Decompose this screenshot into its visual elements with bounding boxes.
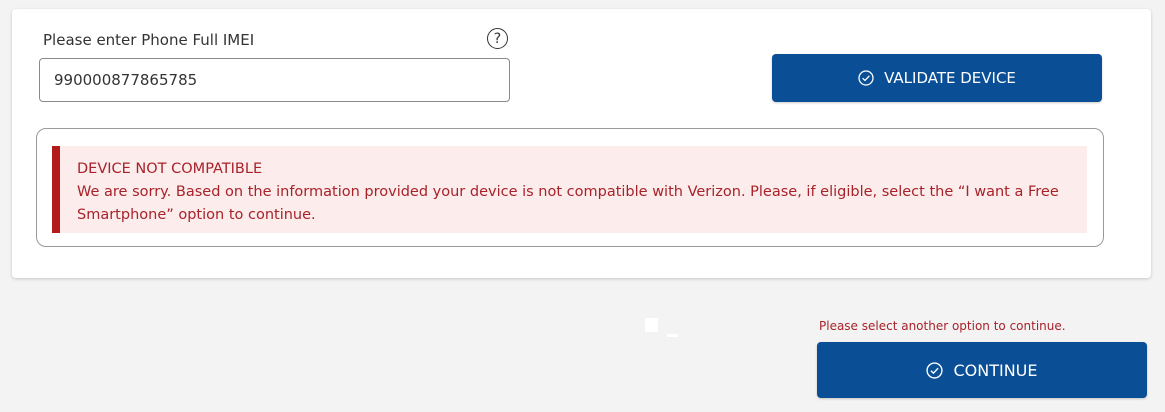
alert-message: We are sorry. Based on the information p… bbox=[77, 184, 1059, 223]
validate-device-button[interactable]: VALIDATE DEVICE bbox=[772, 54, 1102, 102]
imei-label: Please enter Phone Full IMEI bbox=[43, 31, 255, 49]
device-not-compatible-alert: DEVICE NOT COMPATIBLE We are sorry. Base… bbox=[52, 146, 1087, 233]
validate-device-label: VALIDATE DEVICE bbox=[884, 69, 1016, 87]
imei-input[interactable] bbox=[39, 58, 510, 102]
alert-container: DEVICE NOT COMPATIBLE We are sorry. Base… bbox=[36, 128, 1104, 247]
white-artifact bbox=[645, 318, 658, 332]
check-circle-icon bbox=[926, 361, 944, 379]
continue-button[interactable]: CONTINUE bbox=[817, 342, 1147, 398]
page: Please enter Phone Full IMEI ? VALIDATE … bbox=[0, 0, 1165, 412]
continue-hint: Please select another option to continue… bbox=[819, 319, 1066, 333]
question-mark-icon[interactable]: ? bbox=[487, 28, 508, 49]
imei-card: Please enter Phone Full IMEI ? VALIDATE … bbox=[12, 9, 1151, 278]
alert-title: DEVICE NOT COMPATIBLE bbox=[77, 161, 263, 177]
continue-label: CONTINUE bbox=[953, 360, 1038, 380]
check-circle-icon bbox=[858, 70, 874, 86]
white-artifact bbox=[667, 334, 678, 337]
